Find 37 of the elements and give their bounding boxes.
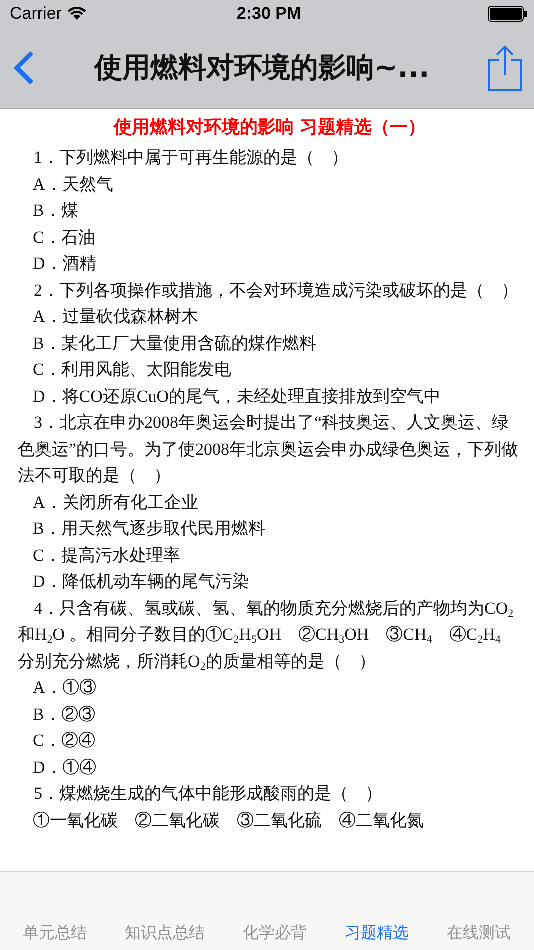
carrier-label: Carrier [10,4,62,24]
tab-item[interactable]: 在线测试 [443,923,515,944]
answer-option: D．降低机动车辆的尾气污染 [18,569,522,596]
answer-option: D．①④ [18,754,522,781]
question-text: 1．下列燃料中属于可再生能源的是（ ） [33,147,350,169]
answer-option: D．酒精 [18,251,522,278]
question-text: 2．下列各项操作或措施，不会对环境造成污染或破坏的是（ ） [33,280,520,302]
tab-item[interactable]: 单元总结 [19,923,91,944]
share-button[interactable] [488,45,522,91]
answer-option: C．②④ [18,728,522,754]
tab-item[interactable]: 化学必背 [239,923,311,944]
answer-option: ①一氧化碳 ②二氧化碳 ③二氧化硫 ④二氧化氮 [18,808,522,834]
answer-option: B．②③ [18,702,522,728]
nav-title: 使用燃料对环境的影响~... [92,50,431,86]
exercise-heading: 使用燃料对环境的影响 习题精选（一） [112,116,428,140]
answer-option: B．用天然气逐步取代民用燃料 [18,516,522,542]
question-text: 5．煤燃烧生成的气体中能形成酸雨的是（ ） [33,783,384,805]
clock-time: 2:30 PM [236,4,302,24]
back-chevron-icon [12,50,36,86]
answer-option: C．提高污水处理率 [18,542,522,569]
answer-option: A．关闭所有化工企业 [18,490,522,516]
answer-option: A．①③ [18,675,522,702]
tab-item[interactable]: 习题精选 [341,923,413,944]
question-text: 4．只含有碳、氢或碳、氢、氧的物质充分燃烧后的产物均为CO$_{2}$和H$_{2}$O 。相同分子数目的①C$_{2}$H$_{5}$OH ②CH$_{3}$OH ③CH$_{4}$ ④C$_{2}$H$_{4}$ 分别充分燃烧，所消耗O$_{2}$的质量相等的是（ ） [18,598,515,674]
answer-option: B．某化工厂大量使用含硫的煤作燃料 [18,330,522,357]
share-icon [488,45,522,91]
question-text: 3．北京在申办2008年奥运会时提出了“科技奥运、人文奥运、绿色奥运”的口号。为了使2008年北京奥运会申办成绿色奥运，下列做法不可取的是（ ） [18,412,520,487]
wifi-icon [66,7,87,21]
back-button[interactable] [12,50,36,86]
answer-option: C．石油 [18,224,522,251]
battery-icon [488,6,528,22]
answer-option: A．天然气 [18,172,522,198]
answer-option: D．将CO还原CuO的尾气，未经处理直接排放到空气中 [18,384,522,410]
answer-option: B．煤 [18,198,522,224]
tab-item[interactable]: 知识点总结 [121,923,209,944]
answer-option: A．过量砍伐森林树木 [18,304,522,330]
answer-option: C．利用风能、太阳能发电 [18,357,522,384]
